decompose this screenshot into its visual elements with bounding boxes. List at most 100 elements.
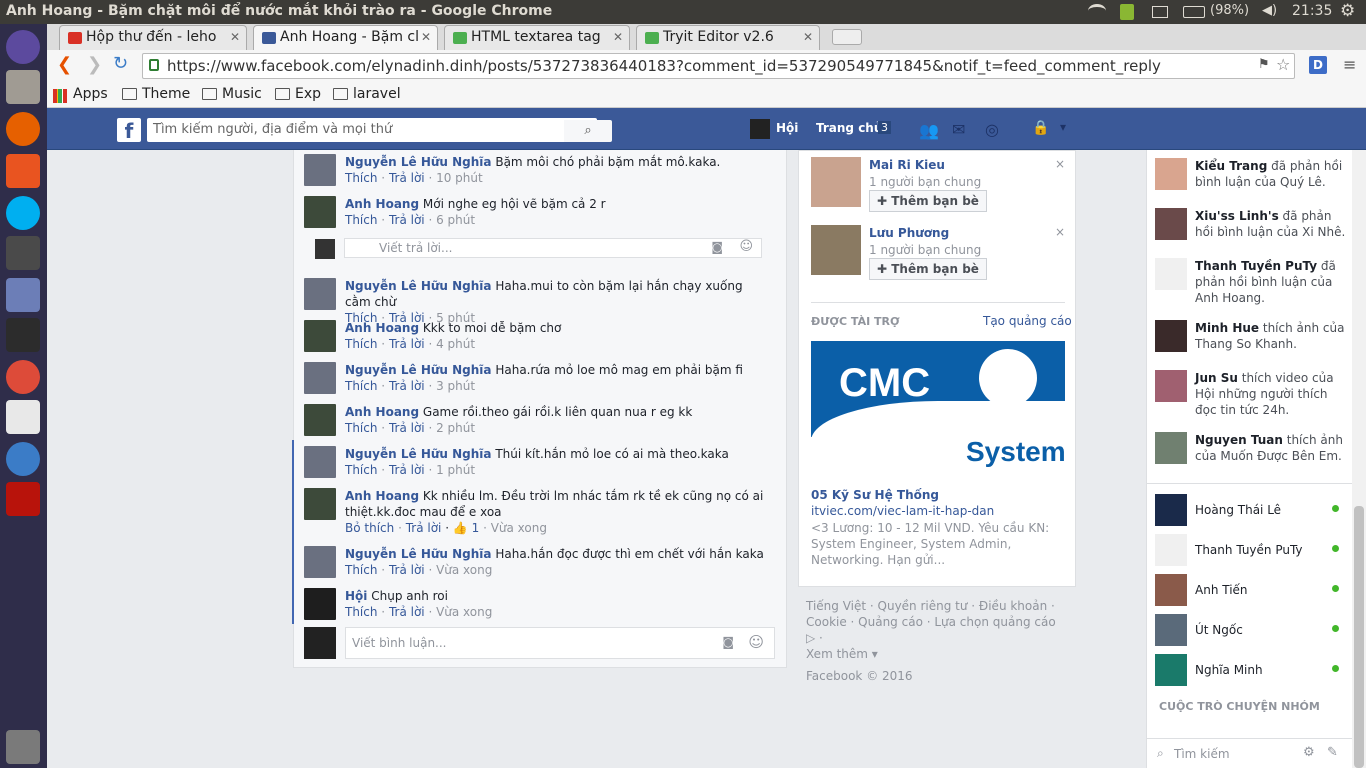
like-link[interactable]: Thích — [345, 463, 377, 477]
extension-icon[interactable]: D — [1309, 56, 1327, 74]
php-icon[interactable] — [6, 278, 40, 312]
commenter-avatar[interactable] — [304, 278, 336, 310]
chat-contact[interactable]: Út Ngốc — [1155, 614, 1351, 646]
like-link[interactable]: Thích — [345, 337, 377, 351]
notifications-icon[interactable]: ◎ — [985, 120, 999, 139]
reply-link[interactable]: Trả lời — [406, 521, 442, 535]
close-icon[interactable]: ✕ — [421, 30, 431, 44]
camera-icon[interactable]: ◙ — [722, 635, 734, 649]
translate-icon[interactable]: ⚑ — [1258, 57, 1270, 72]
suggest-mutual[interactable]: 1 người bạn chung — [869, 243, 981, 257]
suggest-mutual[interactable]: 1 người bạn chung — [869, 175, 981, 189]
commenter-name[interactable]: Anh Hoang — [345, 405, 419, 419]
commenter-name[interactable]: Nguyễn Lê Hữu Nghĩa — [345, 547, 492, 561]
like-count[interactable]: 👍 1 — [453, 521, 479, 535]
bookmark-exp[interactable]: Exp — [275, 86, 321, 102]
ticker-item[interactable]: Thanh Tuyền PuTy đã phản hồi bình luận c… — [1155, 258, 1351, 306]
files-icon[interactable] — [6, 70, 40, 104]
bookmark-theme[interactable]: Theme — [122, 86, 190, 102]
comment-time[interactable]: Vừa xong — [491, 521, 547, 535]
slack-icon[interactable] — [6, 400, 40, 434]
emoji-icon[interactable]: ☺ — [739, 239, 753, 254]
messages-icon[interactable]: ✉ — [952, 120, 965, 139]
scrollbar-thumb[interactable] — [1354, 506, 1364, 768]
close-icon[interactable]: × — [1055, 157, 1065, 171]
battery-icon[interactable] — [1183, 6, 1205, 18]
camera-icon[interactable]: ◙ — [711, 240, 723, 254]
like-link[interactable]: Thích — [345, 379, 377, 393]
update-icon[interactable] — [1120, 4, 1134, 20]
page-scrollbar[interactable] — [1352, 150, 1366, 768]
reply-link[interactable]: Trả lời — [389, 463, 425, 477]
add-friend-button[interactable]: ✚ Thêm bạn bè — [869, 190, 987, 212]
commenter-avatar[interactable] — [304, 404, 336, 436]
privacy-icon[interactable]: 🔒 — [1032, 120, 1049, 136]
ad-title[interactable]: 05 Kỹ Sư Hệ Thống — [811, 488, 939, 502]
like-link[interactable]: Thích — [345, 213, 377, 227]
reply-input[interactable]: Viết trả lời... ◙ ☺ — [315, 238, 762, 259]
commenter-avatar[interactable] — [304, 320, 336, 352]
like-link[interactable]: Thích — [345, 605, 377, 619]
ticker-item[interactable]: Nguyen Tuan thích ảnh của Muốn Được Bên … — [1155, 432, 1351, 480]
comment-time[interactable]: 3 phút — [436, 379, 475, 393]
terminal-icon[interactable] — [6, 318, 40, 352]
commenter-name[interactable]: Hội — [345, 589, 367, 603]
firefox-icon[interactable] — [6, 112, 40, 146]
ticker-item[interactable]: Kiểu Trang đã phản hồi bình luận của Quý… — [1155, 158, 1351, 206]
add-friend-button[interactable]: ✚ Thêm bạn bè — [869, 258, 987, 280]
clock[interactable]: 21:35 — [1292, 3, 1332, 19]
forward-button[interactable]: ❯ — [87, 54, 102, 75]
comment-time[interactable]: 6 phút — [436, 213, 475, 227]
software-center-icon[interactable] — [6, 154, 40, 188]
like-link[interactable]: Thích — [345, 563, 377, 577]
bookmark-music[interactable]: Music — [202, 86, 262, 102]
chat-contact[interactable]: Anh Tiến — [1155, 574, 1351, 606]
ubuntu-dash-icon[interactable] — [6, 30, 40, 64]
facebook-search-input[interactable]: Tìm kiếm người, địa điểm và mọi thứ — [147, 118, 597, 142]
chat-contact[interactable]: Nghĩa Minh — [1155, 654, 1351, 686]
suggest-avatar[interactable] — [811, 225, 861, 275]
commenter-avatar[interactable] — [304, 154, 336, 186]
suggest-avatar[interactable] — [811, 157, 861, 207]
commenter-name[interactable]: Anh Hoang — [345, 489, 419, 503]
comment-time[interactable]: 10 phút — [436, 171, 483, 185]
comment-time[interactable]: 4 phút — [436, 337, 475, 351]
commenter-avatar[interactable] — [304, 446, 336, 478]
skype-icon[interactable] — [6, 196, 40, 230]
commenter-name[interactable]: Nguyễn Lê Hữu Nghĩa — [345, 155, 492, 169]
thunderbird-icon[interactable] — [6, 442, 40, 476]
commenter-name[interactable]: Anh Hoang — [345, 321, 419, 335]
reply-link[interactable]: Trả lời — [389, 337, 425, 351]
commenter-avatar[interactable] — [304, 488, 336, 520]
ad-link[interactable]: itviec.com/viec-lam-it-hap-dan — [811, 504, 994, 518]
commenter-avatar[interactable] — [304, 196, 336, 228]
browser-tab[interactable]: Hộp thư đến - leho ✕ — [59, 25, 247, 50]
bookmark-apps[interactable]: Apps — [53, 86, 108, 103]
star-icon[interactable]: ☆ — [1276, 55, 1290, 74]
suggest-name[interactable]: Lưu Phương — [869, 226, 949, 240]
commenter-name[interactable]: Nguyễn Lê Hữu Nghĩa — [345, 447, 492, 461]
gear-icon[interactable]: ⚙ — [1340, 1, 1355, 21]
reply-link[interactable]: Trả lời — [389, 213, 425, 227]
comment-time[interactable]: 2 phút — [436, 421, 475, 435]
commenter-name[interactable]: Anh Hoang — [345, 197, 419, 211]
menu-icon[interactable]: ≡ — [1343, 55, 1356, 74]
chat-contact[interactable]: Hoàng Thái Lê — [1155, 494, 1351, 526]
address-bar[interactable]: https://www.facebook.com/elynadinh.dinh/… — [142, 53, 1295, 79]
create-ad-link[interactable]: Tạo quảng cáo — [983, 314, 1072, 328]
user-avatar[interactable] — [750, 119, 770, 139]
chat-search-bar[interactable]: ⌕ Tìm kiếm ⚙ ✎ — [1147, 738, 1353, 768]
reply-link[interactable]: Trả lời — [389, 605, 425, 619]
commenter-avatar[interactable] — [304, 362, 336, 394]
chrome-icon[interactable] — [6, 360, 40, 394]
ad-image[interactable]: CMC System — [811, 341, 1065, 474]
bookmark-laravel[interactable]: laravel — [333, 86, 401, 102]
footer-links[interactable]: Tiếng Việt · Quyền riêng tư · Điều khoản… — [806, 598, 1066, 684]
new-tab-button[interactable] — [832, 29, 862, 45]
ticker-item[interactable]: Xiu'ss Linh's đã phản hồi bình luận của … — [1155, 208, 1351, 256]
volume-icon[interactable]: ◀) — [1262, 3, 1277, 18]
gear-icon[interactable]: ⚙ — [1303, 745, 1315, 760]
comment-time[interactable]: Vừa xong — [436, 563, 492, 577]
footer-line[interactable]: Cookie · Quảng cáo · Lựa chọn quảng cáo … — [806, 614, 1066, 646]
like-link[interactable]: Bỏ thích — [345, 521, 394, 535]
